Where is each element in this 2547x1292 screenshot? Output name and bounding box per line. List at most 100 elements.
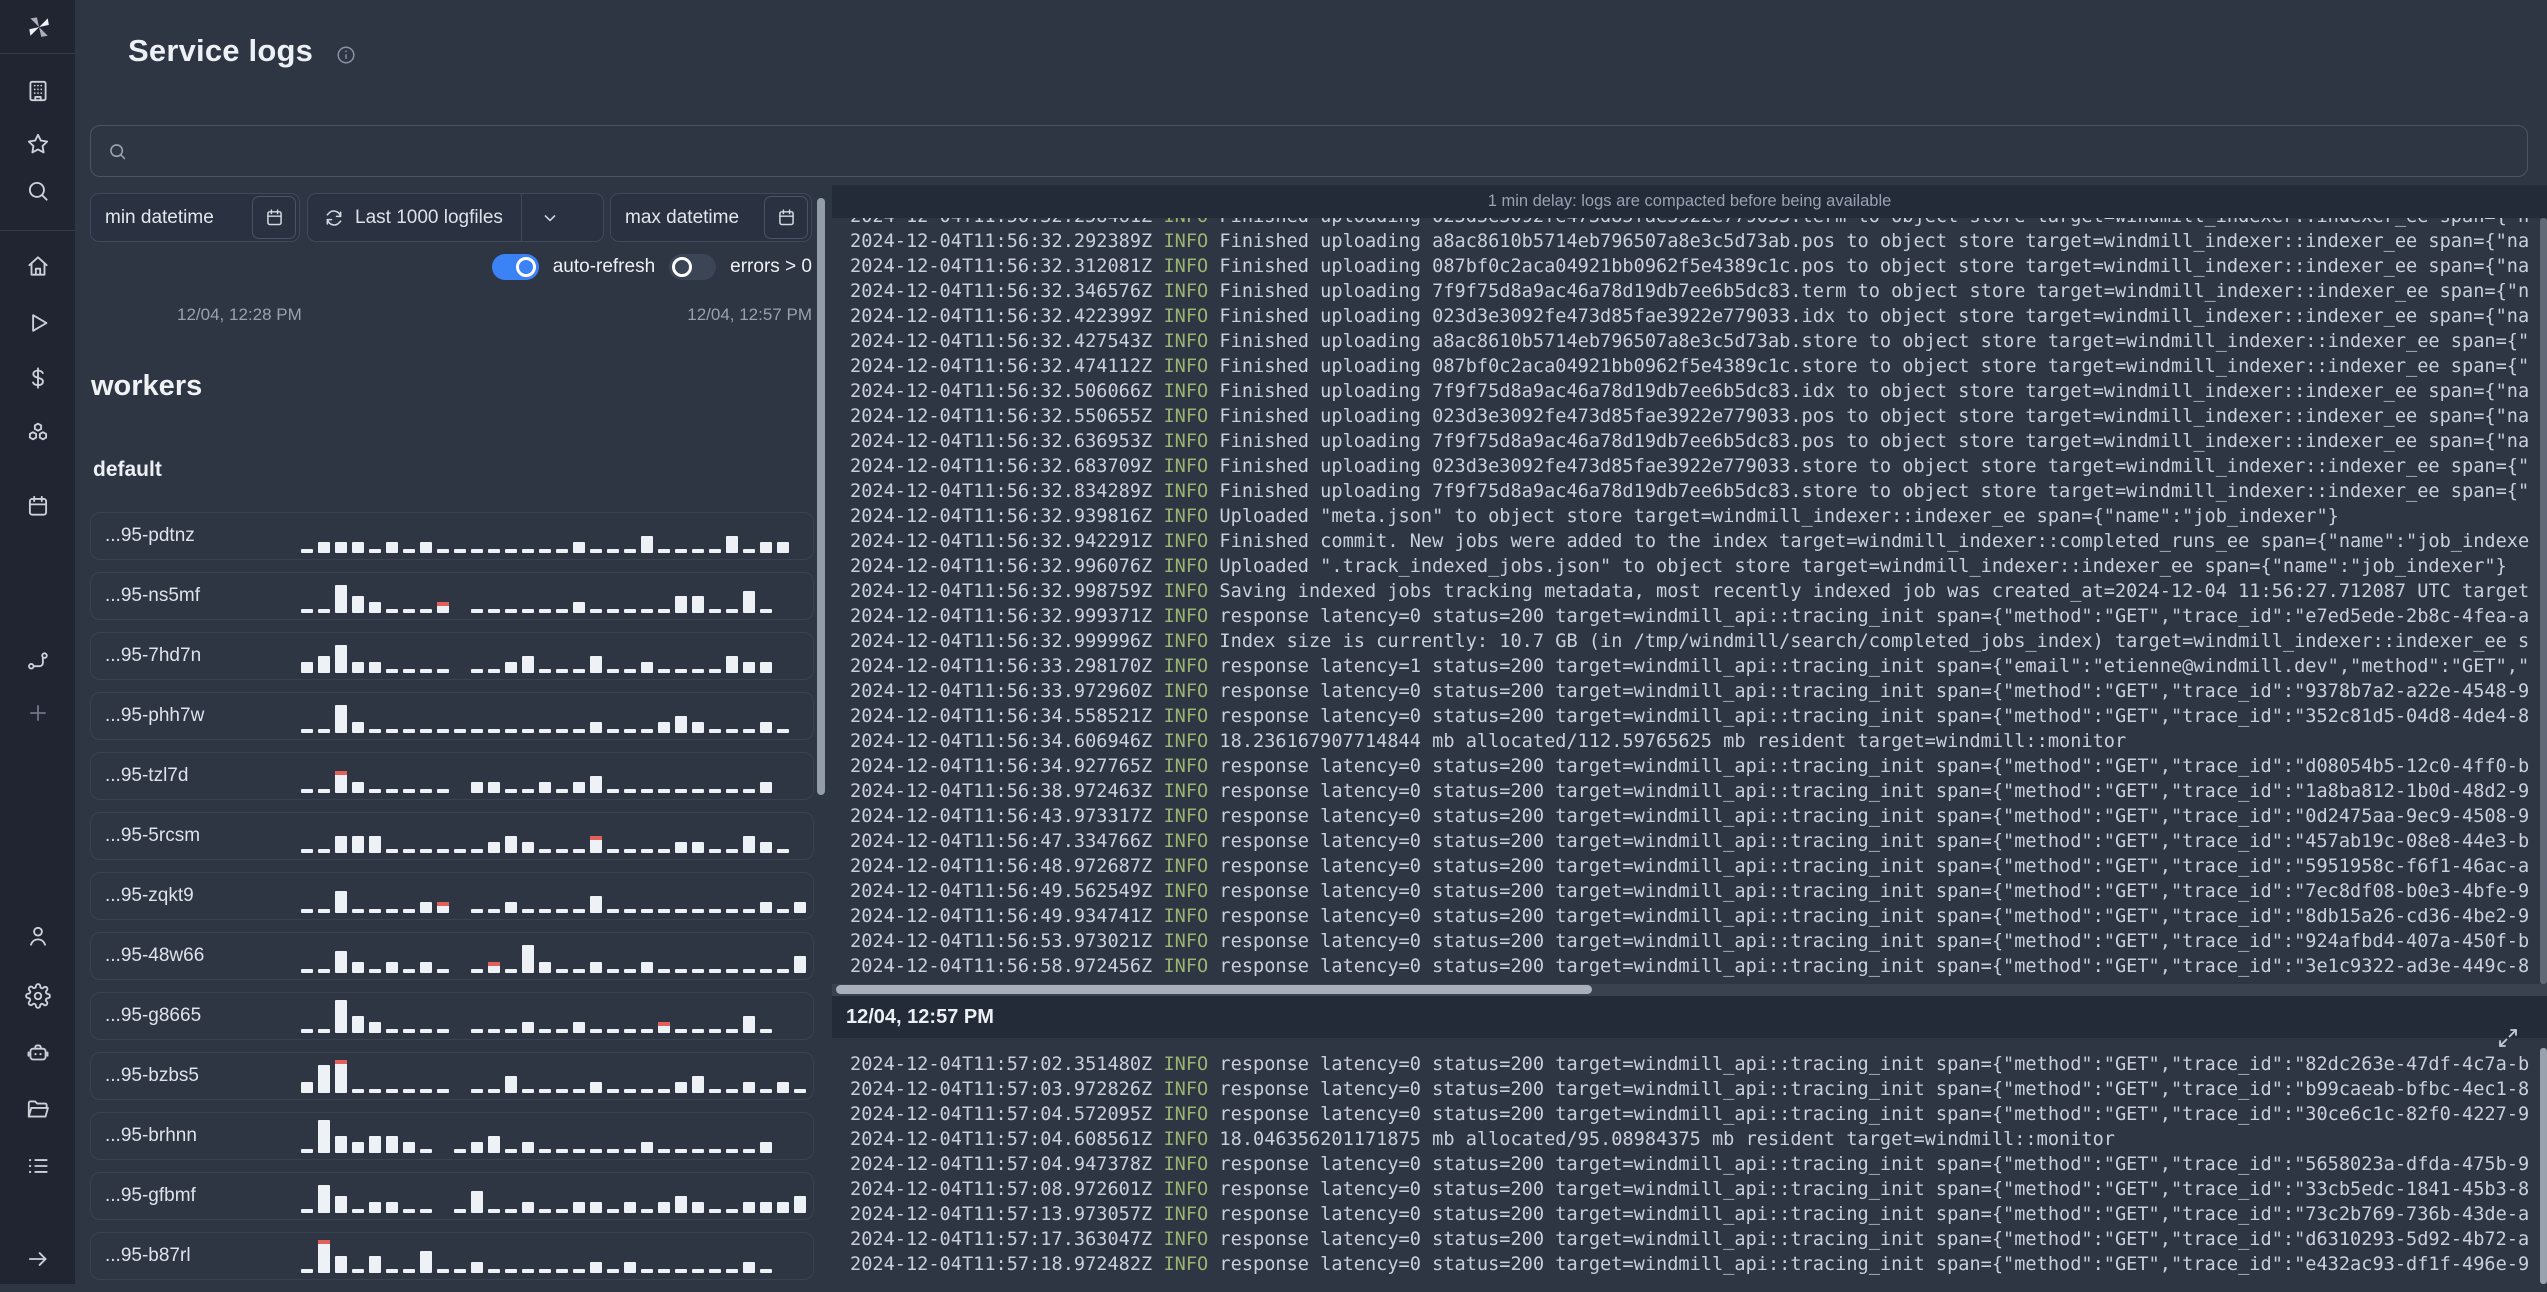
activity-bar [301, 729, 313, 733]
activity-bar [794, 902, 806, 913]
worker-row[interactable]: ...95-phh7w [90, 692, 814, 740]
worker-row[interactable]: ...95-g8665 [90, 992, 814, 1040]
activity-bar [590, 609, 602, 613]
worker-row[interactable]: ...95-brhnn [90, 1112, 814, 1160]
user-icon[interactable] [19, 917, 57, 955]
activity-bar [743, 969, 755, 973]
log-line: 2024-12-04T11:56:49.934741Z INFO respons… [850, 906, 2530, 927]
activity-bar [318, 542, 330, 553]
worker-row[interactable]: ...95-48w66 [90, 932, 814, 980]
route-icon[interactable] [19, 642, 57, 680]
activity-bar [505, 902, 517, 913]
calendar-icon[interactable] [19, 487, 57, 525]
min-datetime-calendar-button[interactable] [252, 196, 296, 239]
activity-bar [539, 849, 551, 853]
worker-row[interactable]: ...95-ns5mf [90, 572, 814, 620]
activity-bar [760, 1029, 772, 1033]
activity-bar [675, 716, 687, 733]
worker-row[interactable]: ...95-bzbs5 [90, 1052, 814, 1100]
activity-bar [301, 1269, 313, 1273]
log-line: 2024-12-04T11:56:32.312081Z INFO Finishe… [850, 256, 2530, 277]
activity-bar [743, 1202, 755, 1213]
max-datetime-calendar-button[interactable] [764, 196, 808, 239]
activity-bar [505, 1269, 517, 1273]
activity-bar [488, 669, 500, 673]
activity-bar [522, 656, 534, 673]
activity-bar [760, 902, 772, 913]
auto-refresh-toggle[interactable] [491, 254, 539, 280]
activity-bar [403, 1089, 415, 1093]
sidebar-divider [0, 230, 75, 231]
log-section-2-scrollbar[interactable] [2540, 1048, 2547, 1284]
max-datetime-field[interactable]: max datetime [610, 193, 812, 242]
dollar-icon[interactable] [19, 359, 57, 397]
activity-bar [522, 729, 534, 733]
activity-bar [743, 549, 755, 553]
plus-icon[interactable] [19, 694, 57, 732]
play-icon[interactable] [19, 304, 57, 342]
folder-icon[interactable] [19, 1090, 57, 1128]
worker-row[interactable]: ...95-gfbmf [90, 1172, 814, 1220]
expand-icon[interactable] [2496, 1026, 2520, 1050]
logfiles-refresh-segment[interactable]: Last 1000 logfiles [308, 194, 521, 241]
activity-bar [743, 789, 755, 793]
log-section-1-scrollbar[interactable] [2540, 218, 2547, 984]
search-icon[interactable] [19, 172, 57, 210]
cubes-icon[interactable] [19, 414, 57, 452]
search-icon [110, 143, 126, 159]
gear-icon[interactable] [19, 977, 57, 1015]
log-horizontal-scrollbar[interactable] [832, 984, 2547, 996]
activity-bar [692, 789, 704, 793]
activity-bar [522, 1089, 534, 1093]
activity-bar [692, 669, 704, 673]
robot-icon[interactable] [19, 1034, 57, 1072]
windmill-logo[interactable] [19, 7, 57, 45]
activity-bar [743, 1016, 755, 1033]
activity-bar [369, 789, 381, 793]
logfiles-dropdown-button[interactable] [520, 194, 578, 241]
activity-bar [301, 909, 313, 913]
activity-bar [522, 945, 534, 973]
worker-name: ...95-bzbs5 [105, 1065, 199, 1086]
activity-bar [709, 1029, 721, 1033]
activity-bar [488, 1089, 500, 1093]
activity-bar [743, 909, 755, 913]
activity-bar [505, 1209, 517, 1213]
star-icon[interactable] [19, 125, 57, 163]
activity-bar [454, 1209, 466, 1213]
activity-bar [794, 956, 806, 973]
worker-row[interactable]: ...95-7hd7n [90, 632, 814, 680]
worker-list-scrollbar[interactable] [817, 198, 825, 795]
worker-row[interactable]: ...95-pdtnz [90, 512, 814, 560]
building-icon[interactable] [19, 72, 57, 110]
activity-bar [386, 669, 398, 673]
activity-bar [318, 656, 330, 673]
worker-row[interactable]: ...95-b87rl [90, 1232, 814, 1280]
activity-bar [641, 536, 653, 553]
list-icon[interactable] [19, 1147, 57, 1185]
activity-bar [369, 969, 381, 973]
activity-bar [403, 969, 415, 973]
worker-row[interactable]: ...95-zqkt9 [90, 872, 814, 920]
activity-bar [437, 849, 449, 853]
activity-bar [403, 549, 415, 553]
errors-toggle[interactable] [669, 254, 717, 280]
activity-bar [760, 662, 772, 673]
activity-bar [505, 1149, 517, 1153]
min-datetime-field[interactable]: min datetime [90, 193, 300, 242]
log-line: 2024-12-04T11:56:58.972456Z INFO respons… [850, 956, 2530, 977]
log-line: 2024-12-04T11:57:17.363047Z INFO respons… [850, 1229, 2530, 1250]
log-line: 2024-12-04T11:57:18.972482Z INFO respons… [850, 1254, 2530, 1275]
activity-bar [556, 729, 568, 733]
home-icon[interactable] [19, 247, 57, 285]
worker-row[interactable]: ...95-5rcsm [90, 812, 814, 860]
activity-bar [641, 909, 653, 913]
arrow-right-icon[interactable] [19, 1240, 57, 1278]
info-icon[interactable] [335, 44, 357, 66]
activity-bar [471, 609, 483, 613]
activity-bar [760, 1089, 772, 1093]
log-horizontal-scrollbar-thumb[interactable] [836, 985, 1592, 994]
search-input[interactable] [140, 139, 2527, 163]
activity-bar [318, 969, 330, 973]
worker-row[interactable]: ...95-tzl7d [90, 752, 814, 800]
